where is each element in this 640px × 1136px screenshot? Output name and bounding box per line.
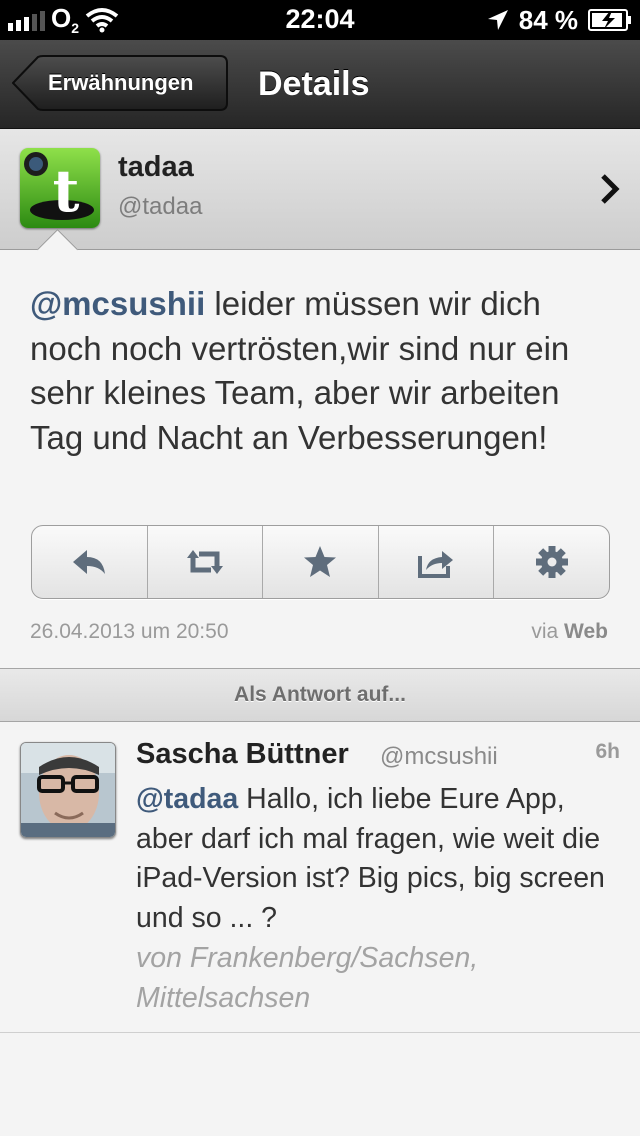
tweet-source: via Web bbox=[531, 620, 608, 643]
battery-percent: 84 % bbox=[518, 4, 578, 35]
profile-handle: @tadaa bbox=[118, 193, 203, 220]
reply-author-name: Sascha Büttner bbox=[136, 738, 349, 770]
reply-text: @tadaa Hallo, ich liebe Eure App, aber d… bbox=[136, 780, 626, 938]
chevron-right-icon[interactable] bbox=[598, 171, 622, 207]
svg-text:t: t bbox=[53, 157, 80, 225]
retweet-button[interactable] bbox=[148, 526, 264, 598]
avatar[interactable] bbox=[20, 742, 116, 838]
profile-name: tadaa bbox=[118, 151, 194, 183]
profile-avatar[interactable]: t bbox=[20, 148, 100, 228]
back-button[interactable]: Erwähnungen bbox=[12, 55, 228, 111]
reply-author-handle: @mcsushii bbox=[380, 743, 498, 770]
reply-icon bbox=[73, 550, 106, 574]
star-icon bbox=[304, 546, 337, 577]
mention-link[interactable]: @mcsushii bbox=[30, 285, 205, 322]
tadaa-logo-icon: t bbox=[20, 148, 100, 228]
share-button[interactable] bbox=[379, 526, 495, 598]
favorite-button[interactable] bbox=[263, 526, 379, 598]
user-photo bbox=[21, 743, 115, 837]
gear-icon bbox=[535, 546, 568, 578]
reply-button[interactable] bbox=[32, 526, 148, 598]
mention-link[interactable]: @tadaa bbox=[136, 783, 238, 815]
profile-header[interactable]: t tadaa @tadaa bbox=[0, 129, 640, 250]
location-arrow-icon bbox=[487, 10, 508, 30]
tweet-timestamp: 26.04.2013 um 20:50 bbox=[30, 620, 229, 643]
back-button-label: Erwähnungen bbox=[48, 70, 194, 95]
page-title: Details bbox=[258, 65, 370, 103]
navigation-bar: Erwähnungen Details bbox=[0, 40, 640, 129]
tweet-text: @mcsushii leider müssen wir dich noch no… bbox=[30, 282, 620, 460]
source-link[interactable]: Web bbox=[564, 620, 608, 643]
status-right: 84 % bbox=[487, 4, 632, 36]
settings-button[interactable] bbox=[494, 526, 609, 598]
reply-location: von Frankenberg/Sachsen, Mittelsachsen bbox=[136, 942, 479, 1014]
status-bar: O2 22:04 84 % bbox=[0, 0, 640, 40]
share-icon bbox=[418, 551, 454, 578]
tweet-action-bar bbox=[31, 525, 610, 599]
battery-charging-icon bbox=[588, 9, 631, 31]
retweet-icon bbox=[186, 550, 223, 574]
in-reply-to-header: Als Antwort auf... bbox=[0, 668, 640, 722]
reply-time: 6h bbox=[595, 740, 620, 763]
replied-tweet[interactable]: Sascha Büttner @mcsushii 6h @tadaa Hallo… bbox=[0, 722, 640, 1033]
